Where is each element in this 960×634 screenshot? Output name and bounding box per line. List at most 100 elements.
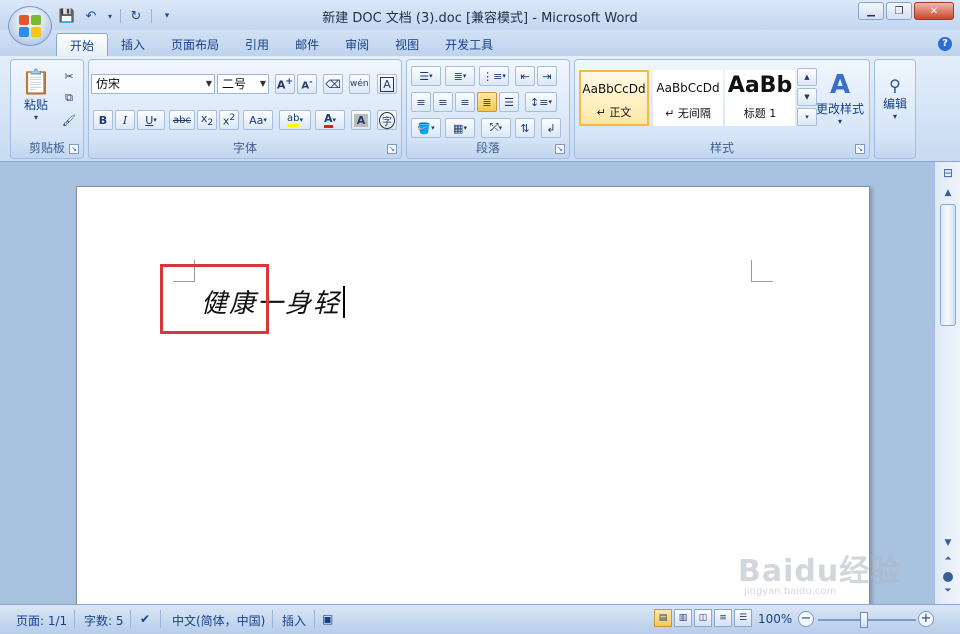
font-color-button[interactable]: A ▾ — [315, 110, 345, 130]
font-name-combo[interactable]: 仿宋 ▼ — [91, 74, 215, 94]
zoom-in-button[interactable]: + — [918, 611, 934, 627]
character-shading-button[interactable]: A — [351, 110, 371, 130]
word-count[interactable]: 字数: 5 — [84, 612, 124, 629]
ribbon: 📋 粘贴 ▾ ✂ ⧉ 🖌 剪贴板 ↘ 仿宋 ▼ 二号 ▼ A+ A- ⌫ wén… — [0, 56, 960, 162]
tab-3[interactable]: 引用 — [232, 33, 282, 58]
grow-font-icon: A+ — [276, 76, 294, 92]
chevron-down-icon: ▾ — [837, 117, 842, 126]
font-group-label: 字体 — [232, 141, 257, 155]
character-border-button[interactable]: A — [377, 74, 397, 94]
grow-font-button[interactable]: A+ — [275, 74, 295, 94]
chevron-down-icon: ▾ — [263, 116, 267, 124]
minimize-button[interactable]: ▁ — [858, 2, 884, 20]
zoom-level[interactable]: 100% — [758, 612, 792, 626]
style-normal[interactable]: AaBbCcDd ↵ 正文 — [579, 70, 649, 126]
office-button[interactable] — [8, 6, 52, 46]
underline-button[interactable]: U ▾ — [137, 110, 165, 130]
line-spacing-button[interactable]: ↕≡ ▾ — [525, 92, 557, 112]
tab-5[interactable]: 审阅 — [332, 33, 382, 58]
page-count[interactable]: 页面: 1/1 — [16, 612, 67, 629]
strikethrough-icon: abc — [173, 114, 191, 126]
align-center-button[interactable]: ≡ — [433, 92, 453, 112]
clear-formatting-button[interactable]: ⌫ — [323, 74, 343, 94]
distributed-button[interactable]: ☰ — [499, 92, 519, 112]
zoom-out-button[interactable]: − — [798, 611, 814, 627]
font-dialog-launcher[interactable]: ↘ — [387, 144, 397, 154]
outline-view-button[interactable]: ≡ — [714, 609, 732, 627]
tab-0[interactable]: 开始 — [56, 33, 109, 58]
insert-mode-indicator[interactable]: 插入 — [282, 612, 306, 629]
superscript-button[interactable]: x2 — [219, 110, 239, 130]
web-layout-button[interactable]: ◫ — [694, 609, 712, 627]
clipboard-group: 📋 粘贴 ▾ ✂ ⧉ 🖌 剪贴板 ↘ — [10, 59, 84, 159]
style-preview: AaBbCcDd — [582, 82, 646, 96]
tab-6[interactable]: 视图 — [382, 33, 432, 58]
editing-button[interactable]: ⚲ 编辑 ▾ — [877, 66, 913, 130]
strikethrough-button[interactable]: abc — [169, 110, 195, 130]
increase-indent-button[interactable]: ⇥ — [537, 66, 557, 86]
numbering-button[interactable]: ≣ ▾ — [445, 66, 475, 86]
view-ruler-icon[interactable]: ⊟ — [939, 166, 957, 184]
change-styles-button[interactable]: A 更改样式 ▾ — [813, 66, 867, 130]
enclose-characters-button[interactable]: 字 — [377, 110, 397, 130]
close-button[interactable]: ✕ — [914, 2, 954, 20]
distributed-icon: ☰ — [504, 95, 514, 109]
multilevel-list-button[interactable]: ⋮≡ ▾ — [479, 66, 509, 86]
scroll-up-button[interactable]: ▲ — [940, 188, 956, 202]
italic-button[interactable]: I — [115, 110, 135, 130]
chevron-up-icon: ▲ — [804, 73, 810, 81]
scroll-down-button[interactable]: ▼ — [940, 538, 956, 552]
align-left-button[interactable]: ≡ — [411, 92, 431, 112]
chinese-layout-button[interactable]: ⤱ ▾ — [481, 118, 511, 138]
phonetic-guide-button[interactable]: wén — [349, 74, 370, 94]
tab-7[interactable]: 开发工具 — [432, 33, 506, 58]
paragraph-dialog-launcher[interactable]: ↘ — [555, 144, 565, 154]
tab-2[interactable]: 页面布局 — [158, 33, 232, 58]
copy-icon: ⧉ — [65, 91, 73, 104]
paste-button[interactable]: 📋 粘贴 ▾ — [19, 66, 53, 124]
change-case-button[interactable]: Aa ▾ — [243, 110, 273, 130]
clipboard-dialog-launcher[interactable]: ↘ — [69, 144, 79, 154]
sort-button[interactable]: ⇅ — [515, 118, 535, 138]
align-right-button[interactable]: ≡ — [455, 92, 475, 112]
vertical-scrollbar[interactable]: ⊟ ▲ ▼ ⏶ ⏷ — [934, 162, 960, 604]
next-page-button[interactable]: ⏷ — [940, 586, 956, 600]
proofing-icon[interactable]: ✔ — [140, 612, 150, 626]
macro-record-icon[interactable]: ▣ — [322, 612, 333, 626]
font-size-combo[interactable]: 二号 ▼ — [217, 74, 269, 94]
tab-4[interactable]: 邮件 — [282, 33, 332, 58]
bullets-button[interactable]: ☰ ▾ — [411, 66, 441, 86]
text-highlight-button[interactable]: ab ▾ — [279, 110, 311, 130]
tab-1[interactable]: 插入 — [108, 33, 158, 58]
subscript-button[interactable]: x2 — [197, 110, 217, 130]
print-layout-view-button[interactable]: ▤ — [654, 609, 672, 627]
help-icon[interactable]: ? — [938, 37, 952, 51]
chevron-down-icon: ▾ — [463, 124, 467, 132]
annotation-highlight-box — [160, 264, 269, 334]
minimize-icon: ▁ — [867, 5, 875, 17]
cut-button[interactable]: ✂ — [59, 66, 79, 86]
bold-button[interactable]: B — [93, 110, 113, 130]
zoom-slider-thumb[interactable] — [860, 612, 868, 628]
style-heading-1[interactable]: AaBb 标题 1 — [725, 70, 795, 126]
format-painter-button[interactable]: 🖌 — [59, 110, 79, 130]
office-logo-icon — [19, 15, 41, 37]
scroll-thumb[interactable] — [940, 204, 956, 326]
style-no-spacing[interactable]: AaBbCcDd ↵ 无间隔 — [653, 70, 723, 126]
shrink-font-button[interactable]: A- — [297, 74, 317, 94]
brush-icon: 🖌 — [62, 113, 76, 127]
previous-page-button[interactable]: ⏶ — [940, 554, 956, 568]
double-chevron-up-icon: ⏶ — [944, 554, 952, 564]
copy-button[interactable]: ⧉ — [59, 88, 79, 108]
select-browse-object-button[interactable] — [943, 572, 953, 582]
justify-button[interactable]: ≣ — [477, 92, 497, 112]
restore-button[interactable]: ❐ — [886, 2, 912, 20]
show-marks-button[interactable]: ↲ — [541, 118, 561, 138]
full-screen-reading-button[interactable]: ▥ — [674, 609, 692, 627]
borders-button[interactable]: ▦ ▾ — [445, 118, 475, 138]
draft-view-button[interactable]: ☰ — [734, 609, 752, 627]
styles-dialog-launcher[interactable]: ↘ — [855, 144, 865, 154]
language-indicator[interactable]: 中文(简体，中国) — [172, 612, 265, 629]
shading-button[interactable]: 🪣 ▾ — [411, 118, 441, 138]
decrease-indent-button[interactable]: ⇤ — [515, 66, 535, 86]
